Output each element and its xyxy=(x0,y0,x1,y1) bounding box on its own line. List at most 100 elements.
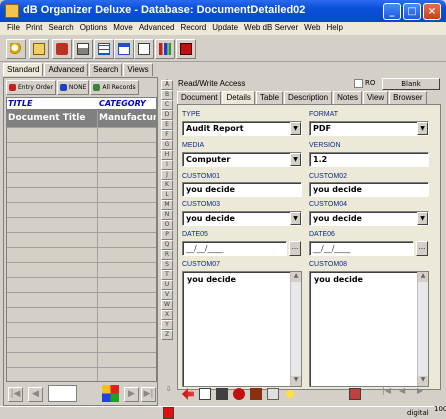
tip-button[interactable] xyxy=(282,386,299,403)
letter-r[interactable]: R xyxy=(161,250,173,260)
table-tool-button[interactable] xyxy=(94,39,114,59)
type-select[interactable]: Audit Report ▼ xyxy=(182,121,302,136)
letter-b[interactable]: B xyxy=(161,90,173,100)
delete-record-button[interactable] xyxy=(214,386,231,403)
first-page-button[interactable]: |◀ xyxy=(382,386,399,403)
letter-u[interactable]: U xyxy=(161,280,173,290)
undo-button[interactable] xyxy=(231,386,248,403)
letter-v[interactable]: V xyxy=(161,290,173,300)
letter-t[interactable]: T xyxy=(161,270,173,280)
date05-input[interactable]: __/__/____ xyxy=(182,241,287,256)
palette-icon[interactable] xyxy=(102,385,119,402)
export-button[interactable] xyxy=(347,386,364,403)
letter-d[interactable]: D xyxy=(161,110,173,120)
form-tool-button[interactable] xyxy=(114,39,134,59)
column-header-category[interactable]: CATEGORY xyxy=(98,98,156,109)
table-row[interactable]: Document Title Manufacturing xyxy=(7,110,156,128)
custom04-select[interactable]: you decide ▼ xyxy=(309,211,429,226)
tab-details[interactable]: Details xyxy=(222,91,255,105)
add-record-button[interactable] xyxy=(197,386,214,403)
prev-page-button[interactable]: ◀ xyxy=(399,386,416,403)
table-row[interactable] xyxy=(7,338,156,353)
custom01-input[interactable]: you decide xyxy=(182,182,302,197)
letter-x[interactable]: X xyxy=(161,310,173,320)
letter-k[interactable]: K xyxy=(161,180,173,190)
letter-s[interactable]: S xyxy=(161,260,173,270)
table-row[interactable] xyxy=(7,353,156,368)
letter-q[interactable]: Q xyxy=(161,240,173,250)
letter-g[interactable]: G xyxy=(161,140,173,150)
table-row[interactable] xyxy=(7,368,156,381)
tab-browser[interactable]: Browser xyxy=(389,91,427,104)
blank-button[interactable]: Blank xyxy=(382,78,440,90)
table-row[interactable] xyxy=(7,263,156,278)
scrollbar[interactable] xyxy=(290,272,301,386)
menu-file[interactable]: File xyxy=(4,22,23,35)
table-row[interactable] xyxy=(7,293,156,308)
record-grid[interactable]: TITLE CATEGORY Document Title Manufactur… xyxy=(6,97,157,382)
next-record-button[interactable]: ▶ xyxy=(124,387,139,402)
table-row[interactable] xyxy=(7,173,156,188)
last-record-button[interactable]: ▶| xyxy=(141,387,156,402)
print-tool-button[interactable] xyxy=(73,39,93,59)
letter-scroll-down-icon[interactable]: ⇩ xyxy=(163,385,174,405)
entry-order-button[interactable]: Entry Order xyxy=(6,80,56,95)
version-input[interactable]: 1.2 xyxy=(309,152,429,167)
table-row[interactable] xyxy=(7,158,156,173)
column-header-title[interactable]: TITLE xyxy=(7,98,98,109)
close-button[interactable]: × xyxy=(423,3,441,20)
letter-o[interactable]: O xyxy=(161,220,173,230)
table-row[interactable] xyxy=(7,218,156,233)
first-record-button[interactable]: |◀ xyxy=(8,387,23,402)
tab-advanced[interactable]: Advanced xyxy=(44,63,89,76)
chart-tool-button[interactable] xyxy=(155,39,175,59)
menu-update[interactable]: Update xyxy=(209,22,241,35)
letter-w[interactable]: W xyxy=(161,300,173,310)
letter-l[interactable]: L xyxy=(161,190,173,200)
save-button[interactable] xyxy=(248,386,265,403)
letter-z[interactable]: Z xyxy=(161,330,173,340)
table-row[interactable] xyxy=(7,248,156,263)
page-tool-button[interactable] xyxy=(134,39,154,59)
table-row[interactable] xyxy=(7,203,156,218)
tab-notes[interactable]: Notes xyxy=(333,91,362,104)
custom02-input[interactable]: you decide xyxy=(309,182,429,197)
menu-help[interactable]: Help xyxy=(323,22,345,35)
goto-tool-button[interactable] xyxy=(29,39,49,59)
all-records-button[interactable]: All Records xyxy=(90,80,139,95)
tab-description[interactable]: Description xyxy=(284,91,333,104)
maximize-button[interactable]: □ xyxy=(403,3,421,20)
menu-record[interactable]: Record xyxy=(177,22,209,35)
scrollbar[interactable] xyxy=(417,272,428,386)
format-select[interactable]: PDF ▼ xyxy=(309,121,429,136)
back-button[interactable] xyxy=(180,386,197,403)
next-page-button[interactable]: ▶ xyxy=(417,386,434,403)
letter-e[interactable]: E xyxy=(161,120,173,130)
table-row[interactable] xyxy=(7,128,156,143)
custom08-textarea[interactable]: you decide xyxy=(309,271,429,387)
table-row[interactable] xyxy=(7,188,156,203)
menu-web[interactable]: Web xyxy=(301,22,323,35)
letter-c[interactable]: C xyxy=(161,100,173,110)
menu-options[interactable]: Options xyxy=(77,22,111,35)
find-tool-button[interactable] xyxy=(52,39,72,59)
table-row[interactable] xyxy=(7,323,156,338)
letter-p[interactable]: P xyxy=(161,230,173,240)
none-filter-button[interactable]: NONE xyxy=(56,80,90,95)
table-row[interactable] xyxy=(7,308,156,323)
letter-j[interactable]: J xyxy=(161,170,173,180)
date05-picker-button[interactable]: ... xyxy=(289,241,301,256)
tab-document[interactable]: Document xyxy=(177,91,222,104)
menu-advanced[interactable]: Advanced xyxy=(136,22,178,35)
date06-picker-button[interactable]: ... xyxy=(416,241,428,256)
custom03-select[interactable]: you decide ▼ xyxy=(182,211,302,226)
tab-table[interactable]: Table xyxy=(255,91,284,104)
calculator-tool-button[interactable] xyxy=(176,39,196,59)
tab-standard[interactable]: Standard xyxy=(3,63,44,76)
letter-i[interactable]: I xyxy=(161,160,173,170)
letter-a[interactable]: A xyxy=(161,80,173,90)
menu-print[interactable]: Print xyxy=(23,22,45,35)
table-row[interactable] xyxy=(7,278,156,293)
media-select[interactable]: Computer ▼ xyxy=(182,152,302,167)
previous-record-button[interactable]: ◀ xyxy=(28,387,43,402)
